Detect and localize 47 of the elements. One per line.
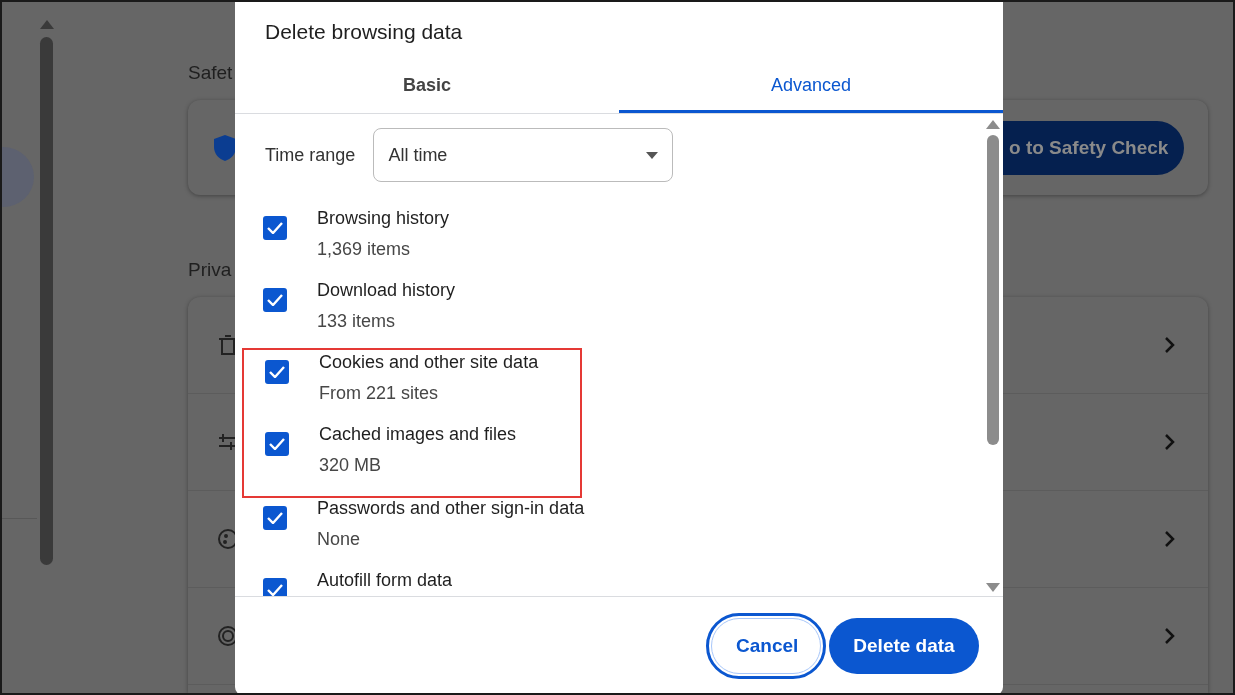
item-detail: 1,369 items	[317, 239, 412, 260]
item-title: Browsing history	[317, 208, 450, 229]
shield-icon	[214, 134, 236, 161]
item-title: Download history	[317, 280, 456, 301]
time-range-select[interactable]: All time	[373, 128, 674, 182]
chevron-right-icon[interactable]	[1164, 336, 1176, 354]
checkmark-icon	[267, 222, 283, 234]
scroll-up-icon[interactable]	[986, 120, 1000, 129]
dropdown-caret-icon	[646, 151, 659, 159]
tab[interactable]: Basic	[235, 58, 619, 113]
checkbox[interactable]	[263, 288, 287, 312]
item-detail: From 221 sites	[319, 383, 440, 404]
checkbox[interactable]	[263, 506, 287, 530]
chevron-right-icon[interactable]	[1164, 627, 1176, 645]
checkmark-icon	[267, 512, 283, 524]
scrollbar-thumb[interactable]	[987, 135, 999, 445]
checkmark-icon	[267, 584, 283, 596]
checkbox[interactable]	[265, 432, 289, 456]
item-detail: None	[317, 529, 362, 550]
dialog-title: Delete browsing data	[264, 19, 464, 45]
chevron-right-icon[interactable]	[1164, 530, 1176, 548]
scroll-up-icon[interactable]	[40, 20, 54, 29]
checkmark-icon	[269, 366, 285, 378]
trash-icon	[218, 335, 238, 355]
delete-button[interactable]: Delete data	[829, 618, 979, 674]
item-title: Cached images and files	[319, 424, 517, 445]
section-heading: Priva	[188, 259, 232, 282]
item-title: Passwords and other sign-in data	[317, 498, 585, 519]
scrollbar-thumb[interactable]	[40, 37, 53, 565]
sliders-icon	[218, 432, 238, 452]
item-title: Autofill form data	[317, 570, 453, 591]
item-title: Cookies and other site data	[319, 352, 539, 373]
spiral-icon	[218, 626, 238, 646]
safety-check-button[interactable]: o to Safety Check	[1001, 120, 1184, 175]
tab[interactable]: Advanced	[619, 58, 1003, 113]
checkmark-icon	[269, 438, 285, 450]
checkbox[interactable]	[265, 360, 289, 384]
item-detail: 320 MB	[319, 455, 383, 476]
section-heading: Safet	[188, 62, 233, 85]
time-range-label: Time range	[265, 144, 356, 166]
checkbox[interactable]	[263, 578, 287, 596]
scroll-down-icon[interactable]	[986, 583, 1000, 592]
checkmark-icon	[267, 294, 283, 306]
chevron-right-icon[interactable]	[1164, 433, 1176, 451]
cookie-icon	[218, 529, 238, 549]
checkbox[interactable]	[263, 216, 287, 240]
item-detail: 133 items	[317, 311, 397, 332]
